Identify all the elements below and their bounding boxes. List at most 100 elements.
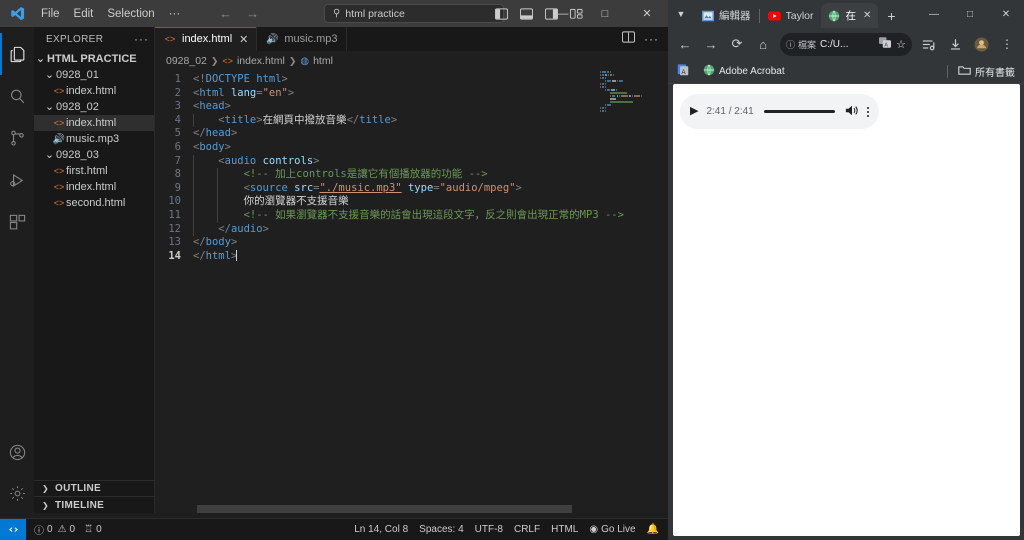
tree-item-0928-03[interactable]: ⌄ 0928_03	[34, 147, 154, 163]
code-content[interactable]: <!DOCTYPE html> <html lang="en"> <head> <t…	[187, 71, 668, 513]
bookmark-star-icon[interactable]: ☆	[896, 38, 906, 51]
menu-edit[interactable]: Edit	[67, 5, 101, 23]
toggle-panel-icon[interactable]	[519, 6, 534, 21]
nav-back-icon[interactable]: ←	[219, 7, 232, 20]
code-line[interactable]: 你的瀏覽器不支援音樂	[187, 195, 668, 209]
command-center-search[interactable]: ⚲ html practice	[324, 4, 504, 23]
file-tree[interactable]: ⌄ HTML PRACTICE ⌄ 0928_01 <> index.html ⌄ 0928_…	[34, 51, 154, 480]
split-editor-icon[interactable]	[622, 30, 635, 48]
code-line[interactable]: </head>	[187, 127, 668, 141]
status-ports[interactable]: ♖ 0	[84, 524, 102, 535]
browser-tab-3[interactable]: 在 ✕	[820, 3, 879, 28]
menu-selection[interactable]: Selection	[100, 5, 161, 23]
status-problems[interactable]: ⓘ 0 ⚠ 0	[34, 522, 75, 537]
breadcrumb-folder[interactable]: 0928_02	[166, 55, 207, 67]
code-line[interactable]: </html>	[187, 249, 668, 264]
menu-more[interactable]: ···	[162, 5, 188, 23]
activity-explorer[interactable]	[0, 33, 34, 75]
code-line[interactable]: <head>	[187, 100, 668, 114]
code-line[interactable]: <source src="./music.mp3" type="audio/mp…	[187, 181, 668, 196]
activity-extensions[interactable]	[0, 201, 34, 243]
tree-item-html-practice[interactable]: ⌄ HTML PRACTICE	[34, 51, 154, 67]
browser-home-button[interactable]: ⌂	[750, 31, 776, 57]
hscrollbar-thumb[interactable]	[197, 505, 572, 513]
editor-more-actions-icon[interactable]: ···	[644, 33, 659, 45]
tree-item-0928-01[interactable]: ⌄ 0928_01	[34, 67, 154, 83]
address-bar[interactable]: ⓘ 檔案 C:/U... A ☆	[780, 32, 912, 56]
breadcrumb-symbol[interactable]: html	[313, 55, 333, 67]
code-editor[interactable]: 1 2 3 4 5 6 7 8 9 10 11 12 13 14 <!DOCTYPE html> <html…	[155, 71, 668, 513]
code-line[interactable]: <audio controls>	[187, 154, 668, 169]
browser-minimize-button[interactable]: —	[916, 0, 952, 28]
tree-item-index-html[interactable]: <> index.html	[34, 179, 154, 195]
bookmark-item-adobe-acrobat[interactable]: Adobe Acrobat	[699, 62, 789, 81]
sidebar-section-timeline[interactable]: ❯ TIMELINE	[34, 497, 154, 513]
browser-reload-button[interactable]: ⟳	[724, 31, 750, 57]
status-language-mode[interactable]: HTML	[551, 524, 578, 535]
editor-vertical-scrollbar[interactable]	[654, 71, 668, 513]
activity-source-control[interactable]	[0, 117, 34, 159]
menu-file[interactable]: File	[34, 5, 67, 23]
remote-window-indicator[interactable]	[0, 518, 26, 540]
vscode-menubar[interactable]: File Edit Selection ···	[34, 5, 187, 23]
volume-icon[interactable]	[845, 104, 859, 120]
status-encoding[interactable]: UTF-8	[475, 524, 503, 535]
tab-music-mp3[interactable]: 🔊 music.mp3	[257, 27, 347, 51]
vscode-minimize-button[interactable]: —	[542, 0, 584, 27]
page-info-chip[interactable]: ⓘ 檔案	[786, 38, 816, 51]
status-indentation[interactable]: Spaces: 4	[419, 524, 463, 535]
tree-item-music-mp3[interactable]: 🔊 music.mp3	[34, 131, 154, 147]
reading-list-button[interactable]	[916, 31, 942, 57]
code-line[interactable]: <title>在網頁中撥放音樂</title>	[187, 113, 668, 128]
audio-progress-bar[interactable]	[763, 110, 835, 113]
tree-item-index-html[interactable]: <> index.html	[34, 83, 154, 99]
tab-index-html[interactable]: <> index.html ✕	[155, 27, 258, 51]
address-bar-actions[interactable]: A ☆	[879, 37, 906, 51]
editor-tab-actions[interactable]: ···	[622, 27, 668, 51]
browser-forward-button[interactable]: →	[698, 31, 724, 57]
activity-manage-settings[interactable]	[0, 473, 34, 513]
bookmark-item-docs[interactable]: A	[673, 62, 693, 81]
tree-item-0928-02[interactable]: ⌄ 0928_02	[34, 99, 154, 115]
code-line[interactable]: </body>	[187, 236, 668, 250]
sidebar-section-outline[interactable]: ❯ OUTLINE	[34, 481, 154, 497]
downloads-button[interactable]	[942, 31, 968, 57]
browser-maximize-button[interactable]: □	[952, 0, 988, 28]
tree-item-first-html[interactable]: <> first.html	[34, 163, 154, 179]
audio-player[interactable]: ▶ 2:41 / 2:41	[680, 94, 879, 129]
activity-search[interactable]	[0, 75, 34, 117]
tree-item-second-html[interactable]: <> second.html	[34, 195, 154, 211]
breadcrumb-file[interactable]: index.html	[237, 55, 285, 67]
browser-tab-1[interactable]: 編輯器	[694, 3, 758, 28]
profile-avatar[interactable]	[968, 31, 994, 57]
editor-horizontal-scrollbar[interactable]	[155, 503, 668, 513]
breadcrumb[interactable]: 0928_02 ❯ <> index.html ❯ ◍ html	[155, 51, 668, 71]
status-cursor-position[interactable]: Ln 14, Col 8	[354, 524, 408, 535]
nav-forward-icon[interactable]: →	[246, 7, 259, 20]
minimap[interactable]	[600, 71, 654, 513]
code-line[interactable]: <body>	[187, 141, 668, 155]
tab-close-icon[interactable]: ✕	[239, 33, 248, 46]
status-notifications-icon[interactable]: 🔔	[647, 524, 659, 535]
activity-run-debug[interactable]	[0, 159, 34, 201]
code-line[interactable]: <!-- 加上controls是讓它有個播放器的功能 -->	[187, 168, 668, 182]
all-bookmarks-button[interactable]: 所有書籤	[954, 62, 1019, 81]
play-button-icon[interactable]: ▶	[690, 106, 698, 117]
tab-close-icon[interactable]: ✕	[863, 10, 871, 21]
translate-icon[interactable]: A	[879, 37, 892, 51]
browser-tab-2[interactable]: Taylor	[761, 3, 821, 28]
tab-search-chevron-icon[interactable]: ▼	[668, 0, 694, 28]
code-line[interactable]: <html lang="en">	[187, 87, 668, 101]
code-line[interactable]: </audio>	[187, 222, 668, 237]
new-tab-button[interactable]: +	[878, 3, 904, 28]
browser-window-controls[interactable]: — □ ✕	[916, 0, 1024, 28]
vscode-maximize-button[interactable]: □	[584, 0, 626, 27]
more-options-icon[interactable]	[867, 106, 869, 117]
status-go-live[interactable]: ◉ Go Live	[589, 524, 635, 535]
browser-close-button[interactable]: ✕	[988, 0, 1024, 28]
code-line[interactable]: <!DOCTYPE html>	[187, 73, 668, 87]
vscode-window-controls[interactable]: — □ ✕	[542, 0, 668, 27]
status-eol[interactable]: CRLF	[514, 524, 540, 535]
activity-accounts[interactable]	[0, 431, 34, 473]
vscode-close-button[interactable]: ✕	[626, 0, 668, 27]
